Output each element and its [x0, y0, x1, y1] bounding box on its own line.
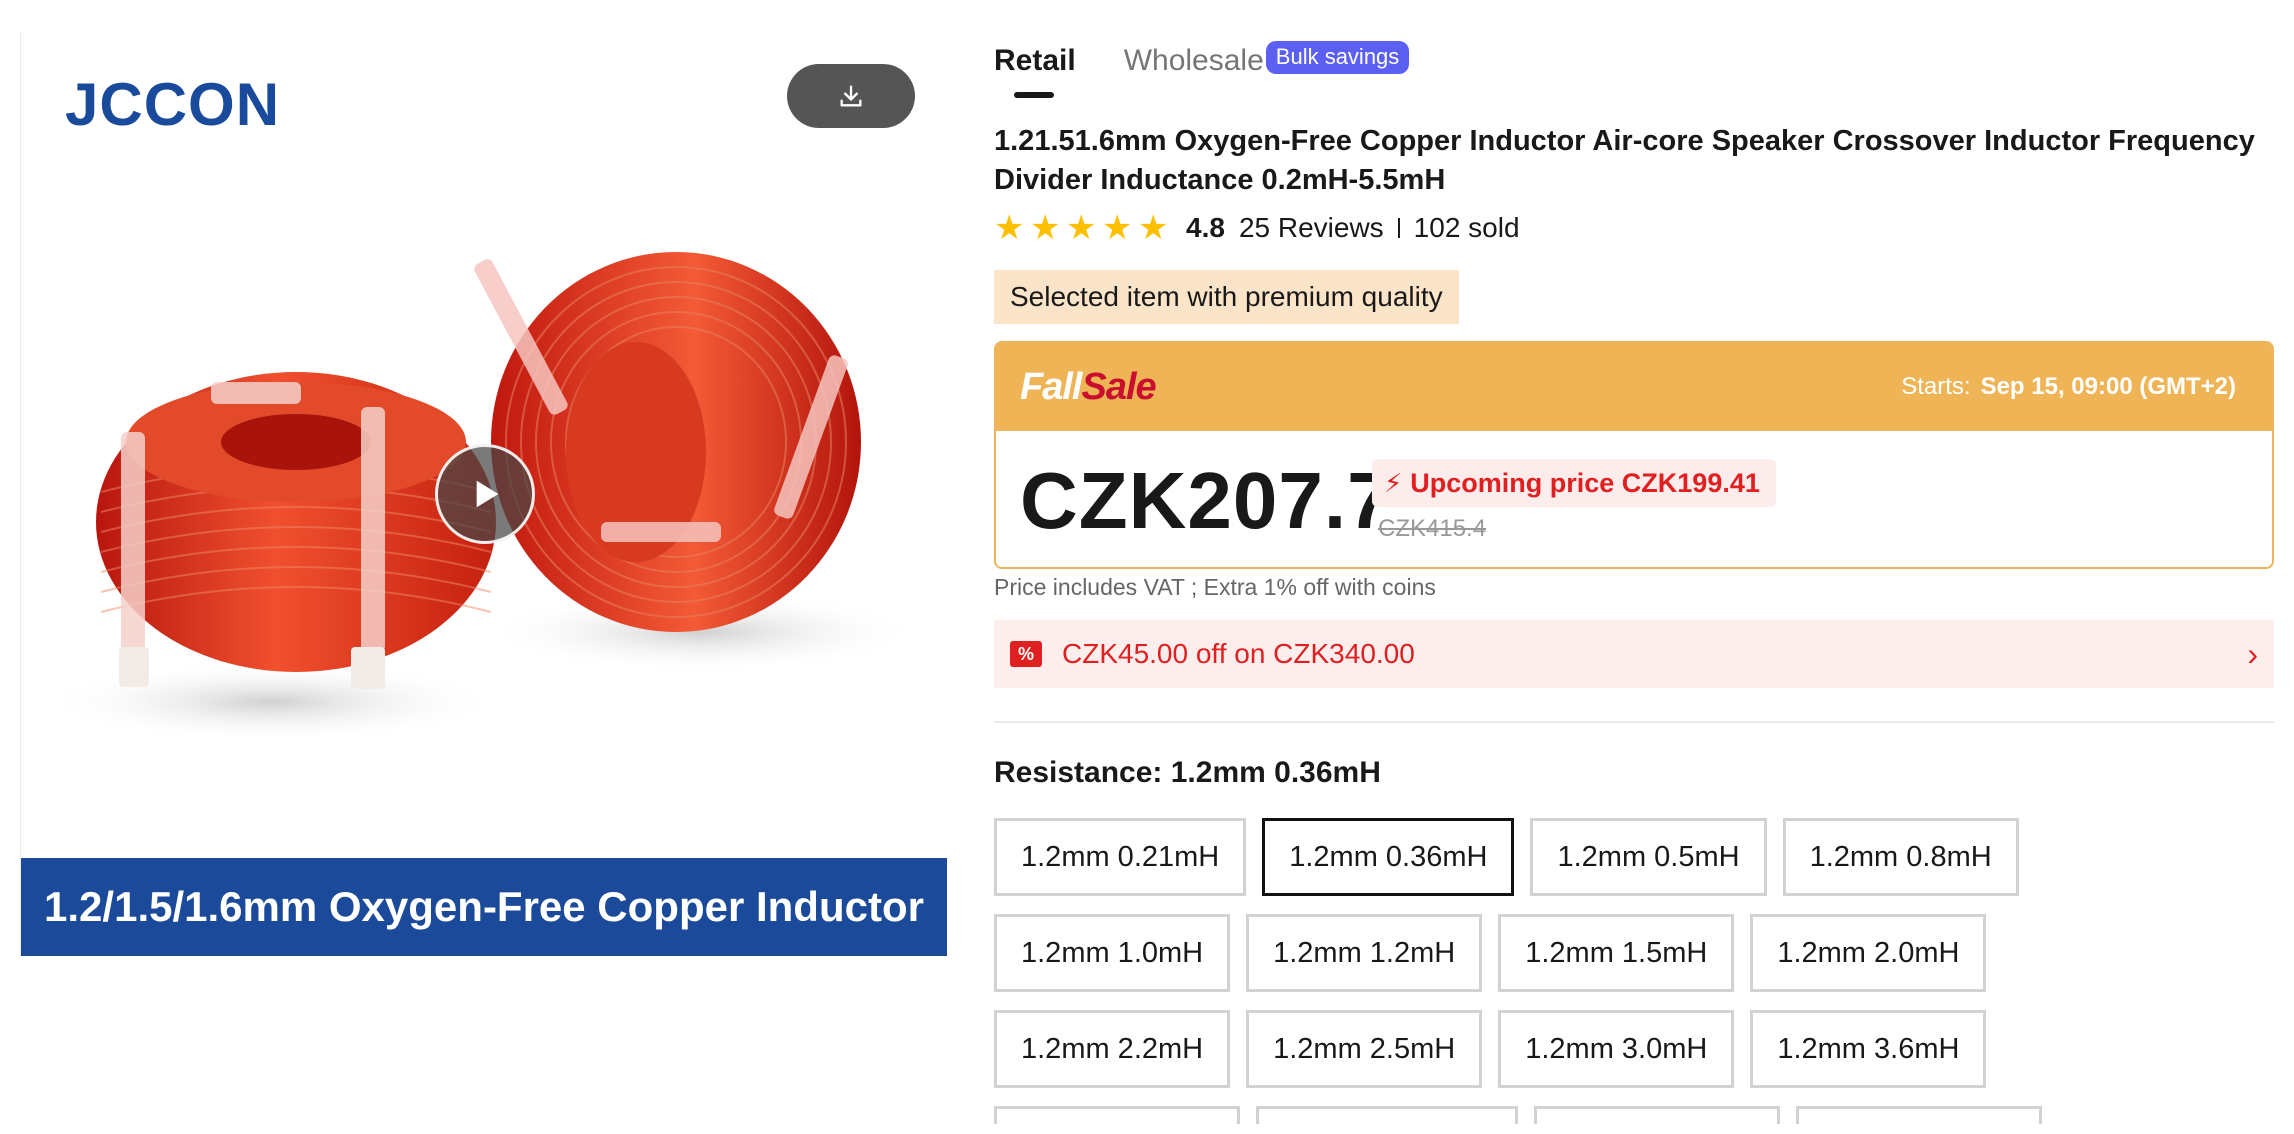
option-button[interactable] — [1534, 1106, 1780, 1124]
option-button[interactable]: 1.2mm 2.0mH — [1750, 914, 1987, 992]
rating-row: ★ ★ ★ ★ ★ 4.8 25 Reviews 102 sold — [994, 210, 1520, 246]
banner-text: 1.2/1.5/1.6mm Oxygen-Free Copper Inducto… — [44, 883, 924, 930]
price-tabs: Retail Wholesale Bulk savings — [994, 40, 1410, 98]
coupon-icon: % — [1010, 641, 1042, 667]
sold-count: 102 sold — [1413, 212, 1520, 243]
resistance-options: 1.2mm 0.21mH 1.2mm 0.36mH 1.2mm 0.5mH 1.… — [994, 818, 2274, 1124]
original-price: CZK415.4 — [1378, 515, 1487, 542]
play-icon — [476, 480, 499, 508]
chevron-right-icon: › — [2247, 635, 2258, 672]
option-button[interactable] — [1796, 1106, 2042, 1124]
option-button[interactable] — [994, 1106, 1240, 1124]
star-icon: ★ — [994, 209, 1025, 247]
fall-sale-logo: FallSale — [1020, 365, 1157, 408]
premium-quality-tag: Selected item with premium quality — [994, 270, 1459, 324]
tab-wholesale[interactable]: Wholesale Bulk savings — [1123, 40, 1410, 78]
image-banner: 1.2/1.5/1.6mm Oxygen-Free Copper Inducto… — [21, 858, 947, 956]
option-button[interactable]: 1.2mm 3.6mH — [1750, 1010, 1987, 1088]
option-row: 1.2mm 0.21mH 1.2mm 0.36mH 1.2mm 0.5mH 1.… — [994, 818, 2274, 896]
tab-wholesale-label: Wholesale — [1123, 44, 1264, 77]
option-button[interactable] — [1256, 1106, 1518, 1124]
star-icon: ★ — [1138, 209, 1169, 247]
resistance-label: Resistance: 1.2mm 0.36mH — [994, 756, 1381, 789]
sale-price-area: CZK207.7 ⚡ Upcoming price CZK199.41 CZK4… — [996, 431, 2272, 567]
option-button[interactable]: 1.2mm 1.5mH — [1498, 914, 1735, 992]
star-icon: ★ — [1066, 209, 1097, 247]
upcoming-price-badge: ⚡ Upcoming price CZK199.41 — [1372, 459, 1776, 507]
coupon-banner[interactable]: % CZK45.00 off on CZK340.00 › — [994, 620, 2274, 688]
coupon-text: CZK45.00 off on CZK340.00 — [1062, 638, 1415, 669]
rating-stars: ★ ★ ★ ★ ★ — [994, 210, 1174, 246]
bulk-savings-badge: Bulk savings — [1265, 40, 1410, 74]
brand-logo: JCCON — [65, 71, 281, 138]
sale-start-time: Starts: Sep 15, 09:00 (GMT+2) — [1901, 373, 2236, 400]
section-divider — [994, 721, 2274, 723]
tab-retail[interactable]: Retail — [994, 44, 1076, 98]
sale-box: FallSale Starts: Sep 15, 09:00 (GMT+2) CZ… — [994, 341, 2274, 569]
option-row: 1.2mm 2.2mH 1.2mm 2.5mH 1.2mm 3.0mH 1.2m… — [994, 1010, 2274, 1088]
upcoming-price-text: Upcoming price CZK199.41 — [1410, 467, 1760, 498]
option-row: 1.2mm 1.0mH 1.2mm 1.2mH 1.2mm 1.5mH 1.2m… — [994, 914, 2274, 992]
product-title: 1.21.51.6mm Oxygen-Free Copper Inductor … — [994, 125, 2255, 196]
option-button[interactable]: 1.2mm 3.0mH — [1498, 1010, 1735, 1088]
option-button[interactable]: 1.2mm 0.5mH — [1530, 818, 1767, 896]
sale-header: FallSale Starts: Sep 15, 09:00 (GMT+2) — [996, 343, 2272, 431]
option-button[interactable]: 1.2mm 0.21mH — [994, 818, 1247, 896]
option-button[interactable]: 1.2mm 1.0mH — [994, 914, 1231, 992]
option-button[interactable]: 1.2mm 1.2mH — [1246, 914, 1483, 992]
product-gallery: JCCON 1.2/1.5/1.6mm Oxygen-Free Copper I… — [20, 32, 947, 956]
star-icon: ★ — [1030, 209, 1061, 247]
reviews-link[interactable]: 25 Reviews — [1239, 212, 1384, 244]
option-button[interactable]: 1.2mm 0.8mH — [1782, 818, 2019, 896]
option-button[interactable]: 1.2mm 2.5mH — [1246, 1010, 1483, 1088]
vat-note: Price includes VAT ; Extra 1% off with c… — [994, 574, 1436, 600]
current-price: CZK207.7 — [1020, 456, 1393, 545]
download-icon — [840, 85, 862, 107]
divider — [1397, 218, 1400, 238]
star-icon: ★ — [1102, 209, 1133, 247]
download-button[interactable] — [787, 64, 915, 128]
option-button[interactable]: 1.2mm 2.2mH — [994, 1010, 1231, 1088]
option-button-selected[interactable]: 1.2mm 0.36mH — [1262, 818, 1515, 896]
option-row-partial — [994, 1106, 2274, 1124]
rating-score: 4.8 — [1186, 212, 1225, 243]
play-video-button[interactable] — [435, 444, 535, 544]
lightning-icon: ⚡ — [1384, 467, 1403, 498]
